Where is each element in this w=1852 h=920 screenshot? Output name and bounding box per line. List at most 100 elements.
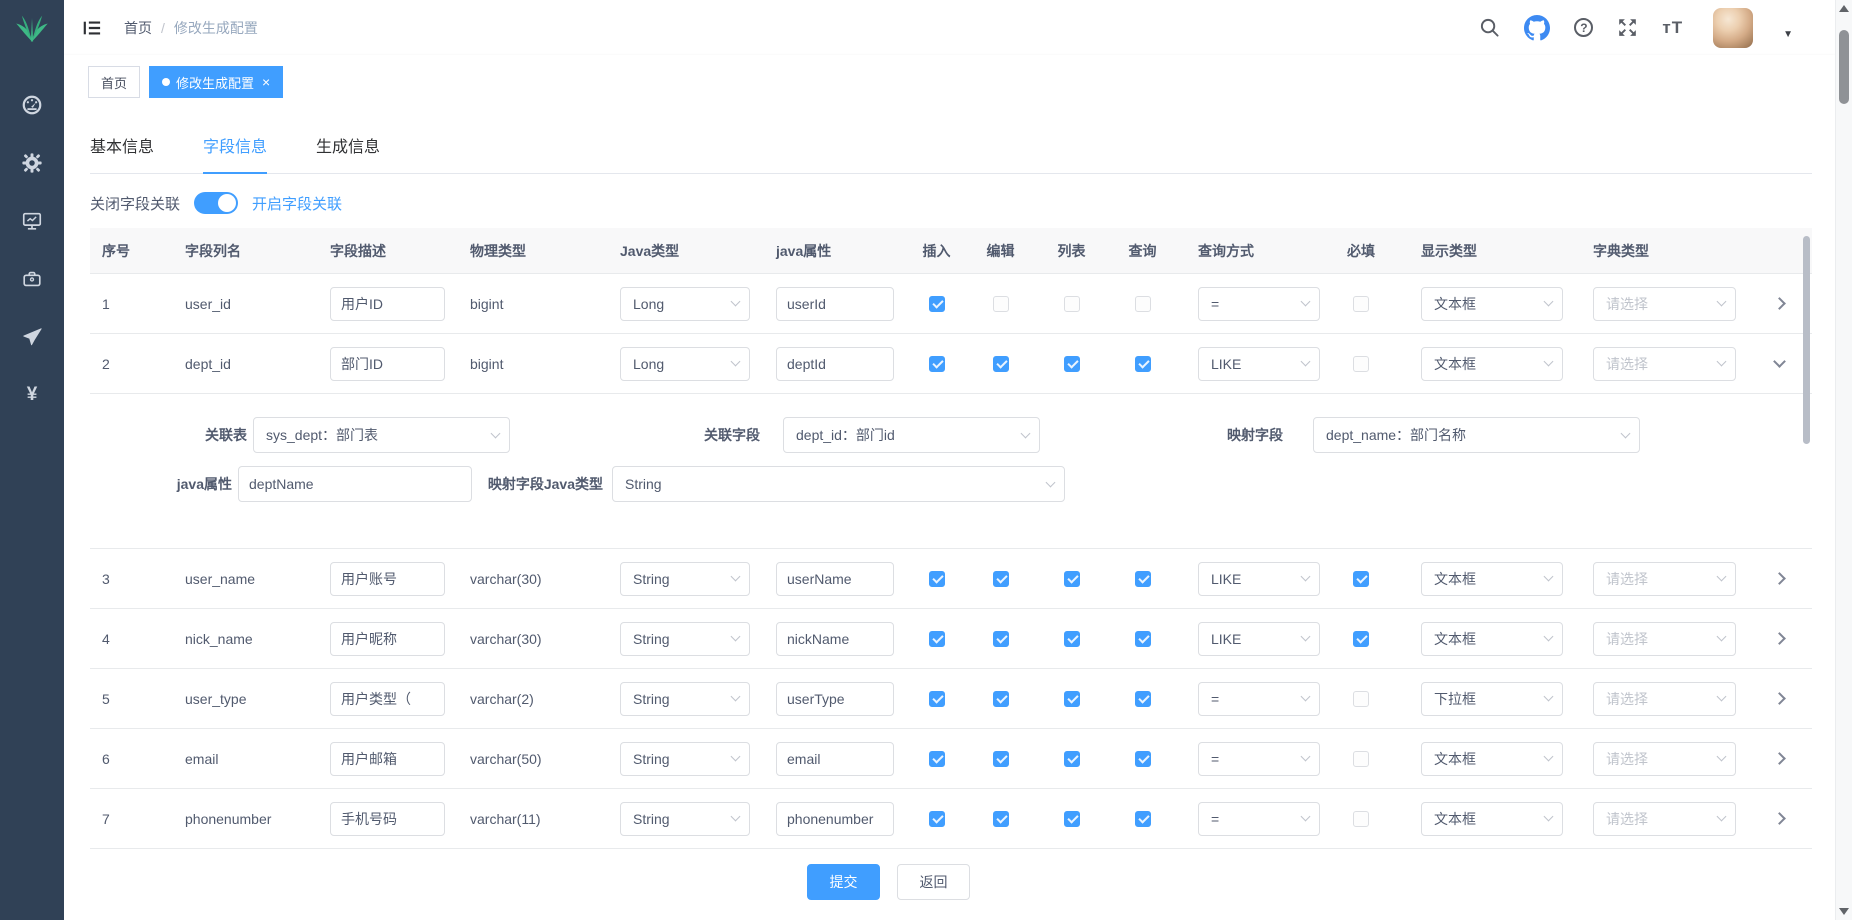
relation-field-select[interactable]: dept_id：部门id xyxy=(783,417,1040,453)
query-checkbox[interactable] xyxy=(1135,571,1151,587)
display-type-select[interactable]: 文本框 xyxy=(1421,742,1563,776)
relation-table-select[interactable]: sys_dept：部门表 xyxy=(253,417,510,453)
sidebar-item-monitor[interactable] xyxy=(0,192,64,250)
field-desc-input[interactable] xyxy=(330,622,445,656)
list-checkbox[interactable] xyxy=(1064,296,1080,312)
query-checkbox[interactable] xyxy=(1135,751,1151,767)
query-checkbox[interactable] xyxy=(1135,631,1151,647)
expand-row-icon[interactable] xyxy=(1773,812,1786,825)
edit-checkbox[interactable] xyxy=(993,571,1009,587)
breadcrumb-home[interactable]: 首页 xyxy=(124,18,152,38)
display-type-select[interactable]: 文本框 xyxy=(1421,287,1563,321)
expand-row-icon[interactable] xyxy=(1773,297,1786,310)
mapping-field-select[interactable]: dept_name：部门名称 xyxy=(1313,417,1640,453)
back-button[interactable]: 返回 xyxy=(897,864,970,900)
required-checkbox[interactable] xyxy=(1353,751,1369,767)
font-size-button[interactable]: тT xyxy=(1662,18,1683,38)
edit-checkbox[interactable] xyxy=(993,691,1009,707)
edit-checkbox[interactable] xyxy=(993,296,1009,312)
query-type-select[interactable]: LIKE xyxy=(1198,562,1320,596)
field-desc-input[interactable] xyxy=(330,287,445,321)
java-type-select[interactable]: String xyxy=(620,802,750,836)
insert-checkbox[interactable] xyxy=(929,811,945,827)
display-type-select[interactable]: 文本框 xyxy=(1421,562,1563,596)
insert-checkbox[interactable] xyxy=(929,296,945,312)
expand-row-icon[interactable] xyxy=(1773,572,1786,585)
help-button[interactable]: ? xyxy=(1574,18,1593,37)
user-avatar[interactable] xyxy=(1713,8,1753,48)
display-type-select[interactable]: 文本框 xyxy=(1421,622,1563,656)
required-checkbox[interactable] xyxy=(1353,571,1369,587)
required-checkbox[interactable] xyxy=(1353,296,1369,312)
field-desc-input[interactable] xyxy=(330,347,445,381)
java-prop-input[interactable] xyxy=(776,802,894,836)
github-link-button[interactable] xyxy=(1524,15,1550,41)
list-checkbox[interactable] xyxy=(1064,571,1080,587)
dict-type-select[interactable]: 请选择 xyxy=(1593,347,1736,381)
dict-type-select[interactable]: 请选择 xyxy=(1593,742,1736,776)
sidebar-item-deploy[interactable] xyxy=(0,308,64,366)
tag-home[interactable]: 首页 xyxy=(88,66,140,98)
query-checkbox[interactable] xyxy=(1135,356,1151,372)
field-desc-input[interactable] xyxy=(330,562,445,596)
app-logo[interactable] xyxy=(0,0,64,56)
tab-basic-info[interactable]: 基本信息 xyxy=(90,133,154,173)
required-checkbox[interactable] xyxy=(1353,356,1369,372)
java-type-select[interactable]: Long xyxy=(620,287,750,321)
query-checkbox[interactable] xyxy=(1135,296,1151,312)
field-desc-input[interactable] xyxy=(330,682,445,716)
sidebar-item-system[interactable] xyxy=(0,134,64,192)
table-scrollbar-thumb[interactable] xyxy=(1803,236,1810,444)
insert-checkbox[interactable] xyxy=(929,691,945,707)
dict-type-select[interactable]: 请选择 xyxy=(1593,802,1736,836)
java-prop-input[interactable] xyxy=(776,562,894,596)
java-prop-input[interactable] xyxy=(776,287,894,321)
query-type-select[interactable]: = xyxy=(1198,742,1320,776)
sidebar-toggle-button[interactable] xyxy=(82,19,102,37)
window-scrollbar[interactable] xyxy=(1835,0,1852,920)
list-checkbox[interactable] xyxy=(1064,811,1080,827)
tag-current[interactable]: 修改生成配置 × xyxy=(149,66,283,98)
java-type-select[interactable]: String xyxy=(620,562,750,596)
sidebar-item-dashboard[interactable] xyxy=(0,76,64,134)
submit-button[interactable]: 提交 xyxy=(807,864,880,900)
mapping-java-prop-input[interactable] xyxy=(238,466,472,502)
query-type-select[interactable]: = xyxy=(1198,682,1320,716)
java-type-select[interactable]: String xyxy=(620,682,750,716)
tab-field-info[interactable]: 字段信息 xyxy=(203,133,267,174)
query-type-select[interactable]: = xyxy=(1198,802,1320,836)
expand-row-icon[interactable] xyxy=(1773,692,1786,705)
java-type-select[interactable]: String xyxy=(620,622,750,656)
list-checkbox[interactable] xyxy=(1064,691,1080,707)
java-prop-input[interactable] xyxy=(776,347,894,381)
insert-checkbox[interactable] xyxy=(929,751,945,767)
avatar-caret-down-icon[interactable]: ▼ xyxy=(1783,29,1793,40)
relation-toggle-switch[interactable] xyxy=(194,192,238,214)
edit-checkbox[interactable] xyxy=(993,356,1009,372)
scrollbar-thumb[interactable] xyxy=(1839,30,1849,104)
query-checkbox[interactable] xyxy=(1135,811,1151,827)
mapping-java-type-select[interactable]: String xyxy=(612,466,1065,502)
sidebar-item-finance[interactable]: ¥ xyxy=(0,366,64,424)
expand-row-icon[interactable] xyxy=(1773,632,1786,645)
dict-type-select[interactable]: 请选择 xyxy=(1593,562,1736,596)
sidebar-item-tool[interactable] xyxy=(0,250,64,308)
display-type-select[interactable]: 文本框 xyxy=(1421,802,1563,836)
field-desc-input[interactable] xyxy=(330,742,445,776)
required-checkbox[interactable] xyxy=(1353,631,1369,647)
search-button[interactable] xyxy=(1479,17,1500,38)
list-checkbox[interactable] xyxy=(1064,356,1080,372)
query-type-select[interactable]: LIKE xyxy=(1198,347,1320,381)
required-checkbox[interactable] xyxy=(1353,811,1369,827)
tag-close-icon[interactable]: × xyxy=(262,75,270,89)
list-checkbox[interactable] xyxy=(1064,751,1080,767)
edit-checkbox[interactable] xyxy=(993,751,1009,767)
field-desc-input[interactable] xyxy=(330,802,445,836)
java-prop-input[interactable] xyxy=(776,682,894,716)
fullscreen-button[interactable] xyxy=(1617,17,1638,38)
query-checkbox[interactable] xyxy=(1135,691,1151,707)
display-type-select[interactable]: 文本框 xyxy=(1421,347,1563,381)
dict-type-select[interactable]: 请选择 xyxy=(1593,287,1736,321)
dict-type-select[interactable]: 请选择 xyxy=(1593,682,1736,716)
java-type-select[interactable]: String xyxy=(620,742,750,776)
